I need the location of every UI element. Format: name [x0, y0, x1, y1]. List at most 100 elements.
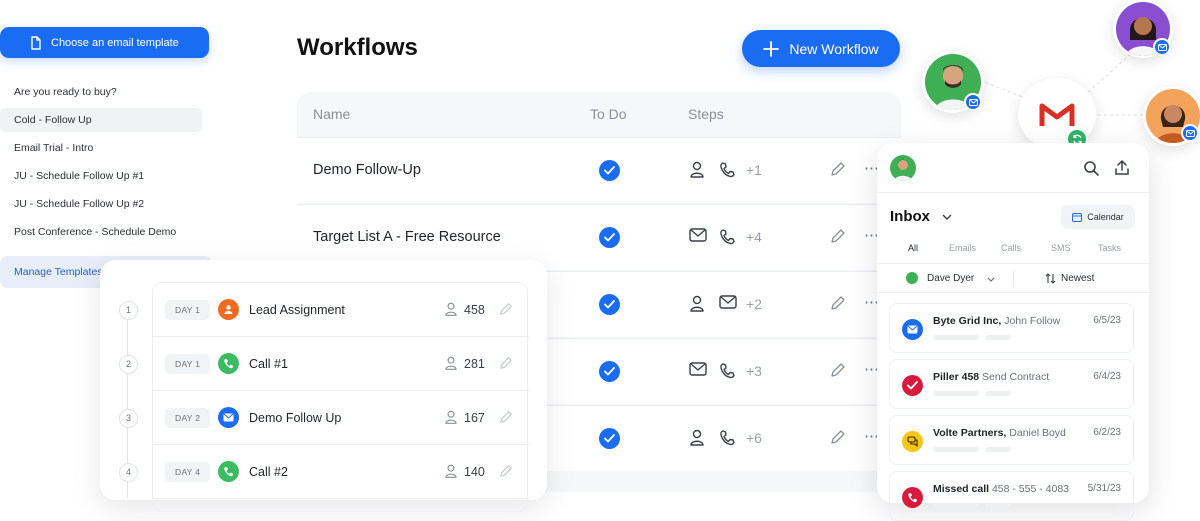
new-workflow-button[interactable]: New Workflow [742, 30, 900, 67]
todo-check-icon[interactable] [599, 428, 620, 449]
message-preview-placeholder [933, 335, 1011, 340]
steps-extra-count: +1 [746, 162, 762, 178]
user-count-icon [445, 410, 457, 424]
todo-check-icon[interactable] [599, 294, 620, 315]
contact-avatar-man[interactable] [922, 51, 984, 113]
gmail-icon [1039, 103, 1075, 126]
message-preview-placeholder [933, 447, 1011, 452]
template-item[interactable]: Cold - Follow Up [0, 108, 202, 132]
step-name: Lead Assignment [249, 303, 345, 317]
step-name: Call #2 [249, 465, 288, 479]
tab-calls[interactable]: Calls [1001, 243, 1021, 253]
chat-icon [902, 431, 923, 452]
chevron-down-icon[interactable] [987, 277, 995, 282]
edit-icon[interactable] [499, 302, 513, 316]
message-contact: Send Contract [982, 371, 1050, 383]
step-number: 1 [119, 301, 138, 320]
user-count-icon [445, 464, 457, 478]
sort-icon[interactable] [1045, 273, 1056, 284]
template-item[interactable]: Post Conference - Schedule Demo [0, 220, 202, 244]
edit-icon[interactable] [499, 464, 513, 478]
share-icon[interactable] [1114, 159, 1130, 176]
plus-icon [763, 40, 780, 57]
mail-badge-icon [1153, 38, 1171, 56]
inbox-message[interactable]: Volte Partners, Daniel Boyd 6/2/23 [889, 415, 1134, 465]
tab-tasks[interactable]: Tasks [1098, 243, 1121, 253]
sequence-step-row[interactable]: 1 DAY 1 Lead Assignment 458 [119, 283, 529, 337]
edit-icon[interactable] [499, 356, 513, 370]
person-icon [690, 429, 704, 446]
message-preview-placeholder [933, 391, 1011, 396]
column-header-steps[interactable]: Steps [688, 106, 724, 122]
step-number: 2 [119, 355, 138, 374]
inbox-filters: Dave Dyer Newest [877, 263, 1149, 293]
steps-extra-count: +3 [746, 363, 762, 379]
template-item[interactable]: Email Trial - Intro [0, 136, 202, 160]
template-item[interactable]: Are you ready to buy? [0, 80, 202, 104]
sort-label[interactable]: Newest [1061, 273, 1094, 284]
mail-icon [902, 319, 923, 340]
tab-sms[interactable]: SMS [1051, 243, 1071, 253]
edit-icon[interactable] [830, 362, 846, 378]
template-item[interactable]: JU - Schedule Follow Up #1 [0, 164, 202, 188]
workflow-name[interactable]: Target List A - Free Resource [313, 229, 501, 245]
step-day-badge: DAY 2 [165, 408, 211, 428]
tab-all[interactable]: All [908, 243, 918, 253]
step-number: 4 [119, 463, 138, 482]
todo-check-icon[interactable] [599, 160, 620, 181]
template-item[interactable]: JU - Schedule Follow Up #2 [0, 192, 202, 216]
inbox-title[interactable]: Inbox [890, 208, 930, 225]
step-name: Call #1 [249, 357, 288, 371]
mail-icon [689, 228, 707, 242]
calendar-button[interactable]: Calendar [1061, 205, 1135, 229]
step-count: 281 [464, 357, 485, 371]
user-filter[interactable]: Dave Dyer [927, 273, 974, 284]
edit-icon[interactable] [830, 295, 846, 311]
step-name: Demo Follow Up [249, 411, 342, 425]
sequence-card: 1 DAY 1 Lead Assignment 458 2 DAY 1 Call #1 281… [100, 260, 547, 512]
sequence-step-row[interactable]: 2 DAY 1 Call #1 281 [119, 337, 529, 391]
chevron-down-icon[interactable] [942, 214, 952, 220]
sequence-step-row[interactable]: 4 DAY 4 Call #2 140 [119, 445, 529, 499]
todo-check-icon[interactable] [599, 227, 620, 248]
workflow-row[interactable]: Demo Follow-Up +1 ⋯ [297, 137, 901, 203]
edit-icon[interactable] [830, 429, 846, 445]
inbox-message[interactable]: Piller 458 Send Contract 6/4/23 [889, 359, 1134, 409]
user-count-icon [445, 356, 457, 370]
phone-icon [720, 162, 735, 178]
steps-extra-count: +2 [746, 296, 762, 312]
person-icon [690, 295, 704, 312]
message-preview-placeholder [933, 503, 1011, 508]
user-count-icon [445, 302, 457, 316]
contact-avatar-woman-2[interactable] [1143, 86, 1200, 146]
inbox-panel: Inbox Calendar All Emails Calls SMS Tasks Da… [877, 143, 1149, 521]
steps-extra-count: +4 [746, 229, 762, 245]
inbox-message[interactable]: Byte Grid Inc, John Follow 6/5/23 [889, 303, 1134, 353]
search-icon[interactable] [1083, 160, 1099, 176]
phone-icon [720, 229, 735, 245]
step-day-badge: DAY 4 [165, 462, 211, 482]
step-count: 458 [464, 303, 485, 317]
new-workflow-label: New Workflow [789, 40, 879, 57]
edit-icon[interactable] [830, 161, 846, 177]
edit-icon[interactable] [830, 228, 846, 244]
choose-email-template-button[interactable]: Choose an email template [0, 27, 209, 58]
phone-icon [720, 430, 735, 446]
sequence-steps: 1 DAY 1 Lead Assignment 458 2 DAY 1 Call #1 281… [119, 282, 529, 512]
gmail-integration[interactable] [1018, 78, 1096, 150]
message-company: Missed call [933, 483, 990, 495]
avatar[interactable] [890, 155, 916, 181]
message-date: 6/4/23 [1093, 371, 1121, 382]
tab-emails[interactable]: Emails [949, 243, 976, 253]
phone-icon [218, 461, 239, 482]
choose-email-template-label: Choose an email template [51, 36, 179, 49]
column-header-name[interactable]: Name [313, 106, 350, 122]
step-count: 140 [464, 465, 485, 479]
edit-icon[interactable] [499, 410, 513, 424]
contact-avatar-woman-1[interactable] [1113, 0, 1173, 58]
sequence-step-row[interactable]: 3 DAY 2 Demo Follow Up 167 [119, 391, 529, 445]
column-header-todo[interactable]: To Do [590, 106, 627, 122]
workflow-name[interactable]: Demo Follow-Up [313, 162, 421, 178]
todo-check-icon[interactable] [599, 361, 620, 382]
inbox-message[interactable]: Missed call 458 - 555 - 4083 5/31/23 [889, 471, 1134, 521]
